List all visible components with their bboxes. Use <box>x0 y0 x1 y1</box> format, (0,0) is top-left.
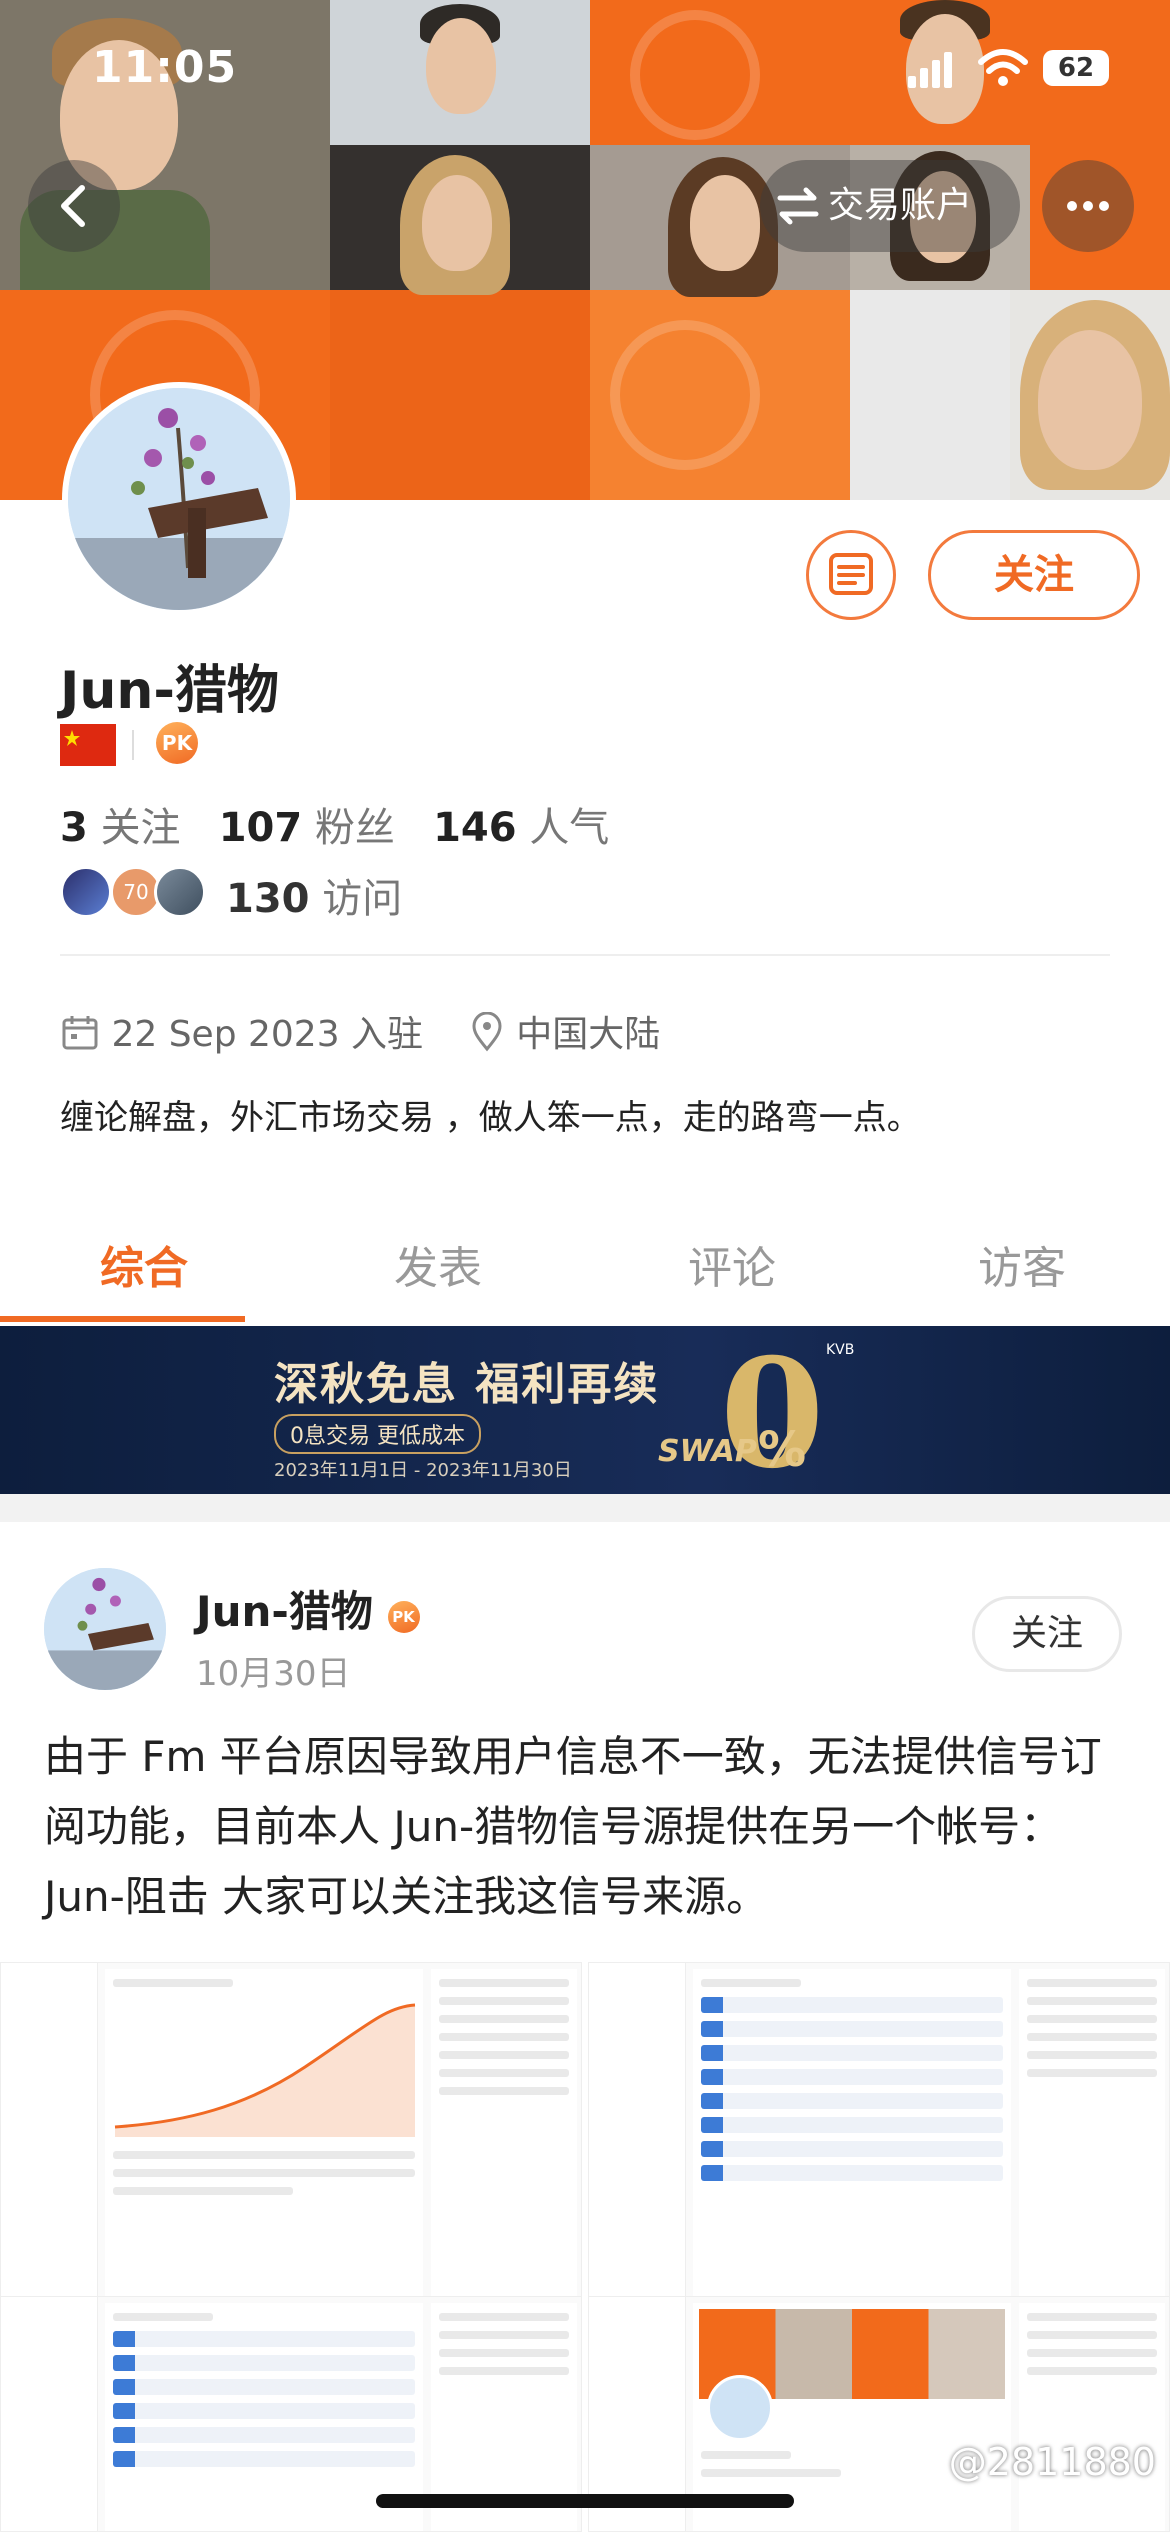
message-icon <box>829 553 873 595</box>
stat-fans[interactable]: 107 粉丝 <box>219 805 395 851</box>
status-time: 11:05 <box>92 42 238 93</box>
watermark: @2811880 <box>948 2440 1156 2484</box>
post-author-name[interactable]: Jun-猎物 PK <box>196 1578 420 1639</box>
swap-arrows-icon <box>777 187 819 225</box>
follow-button[interactable]: 关注 <box>928 530 1140 620</box>
promo-percent-glyph: % <box>758 1422 807 1478</box>
visitor-avatar[interactable] <box>154 866 206 918</box>
pk-badge: PK <box>387 1601 420 1633</box>
section-separator <box>0 1494 1170 1522</box>
avatar-image <box>44 1568 166 1690</box>
profile-username: Jun-猎物 <box>60 661 279 721</box>
more-button[interactable] <box>1042 160 1134 252</box>
stat-following[interactable]: 3 关注 <box>60 805 181 851</box>
more-horizontal-icon <box>1067 201 1109 211</box>
popularity-count: 146 <box>433 805 517 851</box>
profile-avatar[interactable] <box>62 382 296 616</box>
home-indicator[interactable] <box>376 2494 794 2508</box>
avatar-image <box>68 388 290 610</box>
visits-count: 130 <box>226 876 310 922</box>
joined-date: 22 Sep 2023 入驻 <box>111 1014 424 1055</box>
stat-popularity: 146 人气 <box>433 805 609 851</box>
popularity-label: 人气 <box>529 805 610 851</box>
post-image[interactable] <box>588 1962 1170 2304</box>
pk-badge: PK <box>156 722 198 764</box>
message-button[interactable] <box>806 530 896 620</box>
tab-posts[interactable]: 发表 <box>394 1232 482 1296</box>
post-follow-button[interactable]: 关注 <box>972 1596 1122 1672</box>
back-button[interactable] <box>28 160 120 252</box>
promo-banner[interactable]: 深秋免息 福利再续 0息交易 更低成本 2023年11月1日 - 2023年11… <box>0 1326 1170 1494</box>
post-date: 10月30日 <box>196 1654 351 1694</box>
visits-stat[interactable]: 130 访问 <box>226 866 402 924</box>
profile-meta: 22 Sep 2023 入驻 中国大陆 <box>60 1005 660 1057</box>
visitor-avatar[interactable] <box>60 866 112 918</box>
promo-date-range: 2023年11月1日 - 2023年11月30日 <box>274 1460 572 1481</box>
battery-indicator: 62 <box>1043 50 1109 86</box>
promo-title: 深秋免息 福利再续 <box>274 1359 660 1410</box>
post-body: 由于 Fm 平台原因导致用户信息不一致，无法提供信号订阅功能，目前本人 Jun-… <box>44 1732 1102 1921</box>
trade-account-label: 交易账户 <box>828 185 973 226</box>
fans-count: 107 <box>218 805 303 851</box>
post-author-name-text: Jun-猎物 <box>196 1587 373 1636</box>
promo-subtitle: 0息交易 更低成本 <box>274 1414 481 1454</box>
tab-comments[interactable]: 评论 <box>688 1232 776 1296</box>
promo-swap-text: SWAP <box>658 1434 757 1469</box>
location-pin-icon <box>472 1011 502 1052</box>
visits-label: 访问 <box>322 876 403 922</box>
trade-account-button[interactable]: 交易账户 <box>760 160 1020 252</box>
chevron-left-icon <box>61 185 85 227</box>
equity-chart-thumbnail <box>114 2003 416 2137</box>
china-flag-icon <box>60 724 116 766</box>
calendar-icon <box>62 1016 98 1050</box>
tab-visitors[interactable]: 访客 <box>978 1232 1066 1296</box>
fans-label: 粉丝 <box>314 805 395 851</box>
tab-overview[interactable]: 综合 <box>100 1232 188 1296</box>
wifi-icon <box>978 49 1028 86</box>
post-author-avatar[interactable] <box>44 1568 166 1690</box>
following-count: 3 <box>60 805 88 851</box>
profile-stats: 3 关注 107 粉丝 146 人气 <box>60 795 609 853</box>
badge-divider <box>132 730 134 760</box>
promo-brand-logo: KVB <box>826 1342 855 1358</box>
profile-bio: 缠论解盘，外汇市场交易 ，做人笨一点，走的路弯一点。 <box>60 1098 921 1138</box>
divider <box>60 954 1110 956</box>
post-image[interactable] <box>0 1962 582 2304</box>
following-label: 关注 <box>100 805 181 851</box>
location: 中国大陆 <box>516 1014 661 1055</box>
active-tab-indicator <box>0 1316 245 1322</box>
